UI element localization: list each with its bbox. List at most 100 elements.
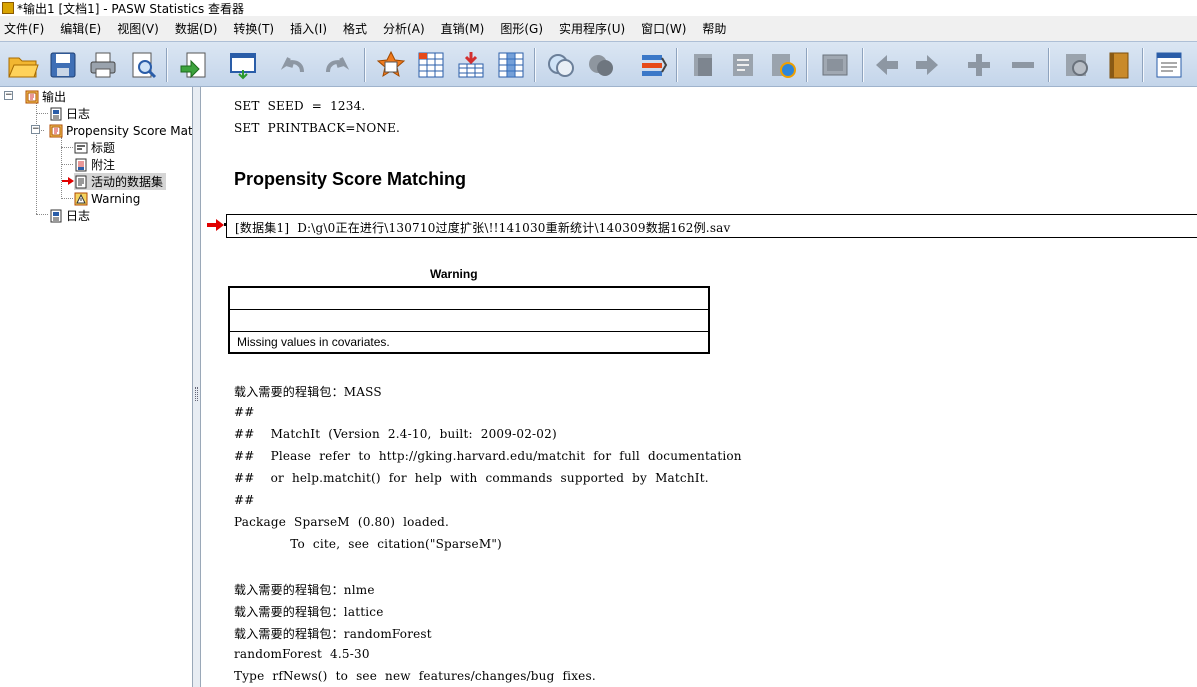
outline-pane[interactable]: − 输出 日志 − Propensity Score Matcl 标题 附注 活… [0,87,193,687]
weight-cases-icon[interactable] [584,48,618,82]
goto-case-icon[interactable] [414,48,448,82]
log-line: Package SparseM (0.80) loaded. [234,515,450,529]
script-icon[interactable] [1152,48,1186,82]
outline-item-log[interactable]: 日志 [49,207,90,224]
menu-utilities[interactable]: 实用程序(U) [556,20,628,37]
insert-heading-icon[interactable] [726,48,760,82]
undo-icon[interactable] [276,48,310,82]
log-line: 载入需要的程辑包：nlme [234,583,375,597]
toolbar-separator [534,48,536,82]
variables-icon[interactable] [494,48,528,82]
procedure-heading: Propensity Score Matching [234,169,467,189]
table-row [229,308,709,331]
log-line: ## [234,405,255,419]
hide-icon[interactable] [1102,48,1136,82]
expand-icon[interactable] [962,48,996,82]
app-icon [2,2,14,14]
toolbar [0,41,1197,87]
log-line: ## or help.matchit() for help with comma… [234,471,709,485]
output-content-pane[interactable]: SET SEED = 1234. SET PRINTBACK=NONE. Pro… [202,87,1197,687]
value-labels-icon[interactable] [636,48,670,82]
menu-analyze[interactable]: 分析(A) [380,20,428,37]
menu-format[interactable]: 格式 [340,20,370,37]
menu-graphs[interactable]: 图形(G) [497,20,546,37]
log-line: To cite, see citation("SparseM") [234,537,502,551]
menu-window[interactable]: 窗口(W) [638,20,689,37]
outline-item-output[interactable]: 输出 [25,88,66,105]
outline-item-label: 输出 [42,90,67,104]
menu-view[interactable]: 视图(V) [114,20,162,37]
outline-procedure-collapse-toggle[interactable]: − [31,125,40,134]
window-title: *输出1 [文档1] - PASW Statistics 查看器 [17,1,245,16]
outline-item-notes[interactable]: 附注 [74,156,115,173]
redo-icon[interactable] [320,48,354,82]
menu-data[interactable]: 数据(D) [172,20,221,37]
pane-splitter[interactable] [193,87,201,687]
print-preview-icon[interactable] [126,48,160,82]
log-line: 载入需要的程辑包：lattice [234,605,384,619]
toolbar-separator [166,48,168,82]
outline-item-label: 标题 [91,141,116,155]
log-line: Type rfNews() to see new features/change… [234,669,596,683]
log-line: 载入需要的程辑包：randomForest [234,627,432,641]
title-bar: *输出1 [文档1] - PASW Statistics 查看器 [0,0,1197,16]
menu-help[interactable]: 帮助 [699,20,729,37]
table-cell [229,287,709,309]
table-cell [229,308,709,331]
outline-item-active-dataset[interactable]: 活动的数据集 [74,173,167,190]
toolbar-separator [364,48,366,82]
outline-item-propensity-score-matching[interactable]: Propensity Score Matcl [49,122,193,139]
open-icon[interactable] [6,48,40,82]
toolbar-separator [676,48,678,82]
goto-data-icon[interactable] [374,48,408,82]
outline-item-log[interactable]: 日志 [49,105,90,122]
save-icon[interactable] [46,48,80,82]
outline-item-warning[interactable]: Warning [74,190,140,207]
print-icon[interactable] [86,48,120,82]
log-line: ## Please refer to http://gking.harvard.… [234,449,742,463]
table-row: Missing values in covariates. [229,330,709,353]
previous-icon[interactable] [870,48,904,82]
table-row [229,287,709,309]
outline-item-title[interactable]: 标题 [74,139,115,156]
current-item-arrow-icon [62,177,74,185]
show-icon[interactable] [1060,48,1094,82]
toolbar-separator [862,48,864,82]
warning-table[interactable]: Missing values in covariates. [228,286,710,354]
log-line: randomForest 4.5-30 [234,647,370,661]
next-icon[interactable] [910,48,944,82]
outline-item-label: 日志 [66,107,91,121]
outline-item-label: 日志 [66,209,91,223]
syntax-line: SET PRINTBACK=NONE. [234,121,401,135]
outline-item-label: Propensity Score Matcl [66,123,193,138]
outline-item-label: 附注 [91,158,116,172]
toolbar-separator [1048,48,1050,82]
menu-edit[interactable]: 编辑(E) [57,20,104,37]
collapse-icon[interactable] [1006,48,1040,82]
log-line: ## [234,493,255,507]
splitter-grip-icon[interactable] [195,387,198,401]
menu-insert[interactable]: 插入(I) [287,20,330,37]
outline-item-label: Warning [91,191,141,206]
export-icon[interactable] [176,48,210,82]
insert-cases-icon[interactable] [454,48,488,82]
menu-file[interactable]: 文件(F) [1,20,47,37]
insert-text-icon[interactable] [818,48,852,82]
insert-title-icon[interactable] [766,48,800,82]
warning-table-title: Warning [430,267,478,281]
warning-message: Missing values in covariates. [229,330,709,353]
select-cases-icon[interactable] [544,48,578,82]
recall-dialog-icon[interactable] [226,48,260,82]
log-line: ## MatchIt (Version 2.4-10, built: 2009-… [234,427,557,441]
menu-direct-marketing[interactable]: 直销(M) [438,20,488,37]
outline-root-collapse-toggle[interactable]: − [4,91,13,100]
menu-bar: 文件(F) 编辑(E) 视图(V) 数据(D) 转换(T) 插入(I) 格式 分… [0,16,1197,41]
menu-transform[interactable]: 转换(T) [230,20,277,37]
toolbar-separator [806,48,808,82]
use-variable-sets-icon[interactable] [686,48,720,82]
current-item-arrow-icon [207,219,227,231]
log-line: 载入需要的程辑包：MASS [234,385,382,399]
toolbar-separator [1142,48,1144,82]
active-dataset-box[interactable]: [数据集1] D:\g\0正在进行\130710过度扩张\!!141030重新统… [226,214,1197,238]
outline-item-label: 活动的数据集 [91,175,164,189]
